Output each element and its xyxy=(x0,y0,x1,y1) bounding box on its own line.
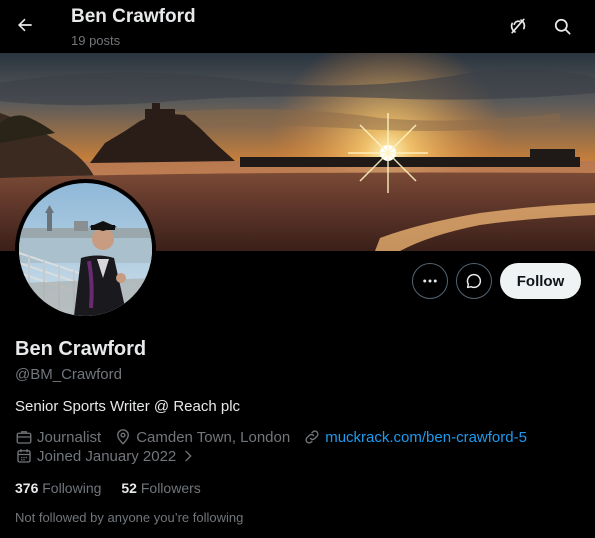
followers-label: Followers xyxy=(140,480,201,496)
search-button[interactable] xyxy=(545,9,579,43)
link-icon xyxy=(305,430,319,444)
profession: Journalist xyxy=(15,428,101,446)
grok-button[interactable] xyxy=(501,9,535,43)
mutuals-note: Not followed by anyone you’re following xyxy=(15,510,244,525)
location: Camden Town, London xyxy=(114,428,290,446)
top-bar: Ben Crawford 19 posts xyxy=(0,0,595,53)
chevron-right-icon xyxy=(185,450,192,462)
profile-meta-row: Journalist Camden Town, London muckrack.… xyxy=(15,427,540,447)
followers-link[interactable]: 52 Followers xyxy=(121,480,200,496)
joined-date[interactable]: Joined January 2022 xyxy=(15,447,200,465)
follow-button[interactable]: Follow xyxy=(500,263,581,299)
back-arrow-icon xyxy=(17,18,32,32)
location-label: Camden Town, London xyxy=(136,428,291,446)
bio: Senior Sports Writer @ Reach plc xyxy=(15,398,241,415)
location-pin-icon xyxy=(117,429,130,445)
followers-count: 52 xyxy=(121,480,141,496)
profile-page: Ben Crawford 19 posts Follow Ben Crawfor… xyxy=(0,0,595,538)
user-handle: @BM_Crawford xyxy=(15,366,122,383)
following-label: Following xyxy=(42,480,102,496)
joined-label: Joined January 2022 xyxy=(37,447,177,465)
search-icon xyxy=(554,18,570,34)
header-title-block: Ben Crawford 19 posts xyxy=(71,6,196,49)
profession-label: Journalist xyxy=(37,428,102,446)
message-button[interactable] xyxy=(456,263,492,299)
briefcase-icon xyxy=(16,431,32,444)
header-title: Ben Crawford xyxy=(71,6,196,27)
grok-icon xyxy=(510,18,526,34)
more-button[interactable] xyxy=(412,263,448,299)
joined-row[interactable]: Joined January 2022 xyxy=(15,446,213,466)
back-button[interactable] xyxy=(8,8,42,42)
website-link[interactable]: muckrack.com/ben-crawford-5 xyxy=(325,429,527,446)
message-icon xyxy=(466,273,482,289)
more-icon xyxy=(423,279,437,283)
following-link[interactable]: 376 Following xyxy=(15,480,101,496)
post-count: 19 posts xyxy=(71,33,121,48)
website: muckrack.com/ben-crawford-5 xyxy=(303,428,527,446)
display-name: Ben Crawford xyxy=(15,338,147,360)
following-count: 376 xyxy=(15,480,43,496)
follow-counts: 376 Following 52 Followers xyxy=(15,480,221,496)
calendar-icon xyxy=(17,449,31,463)
avatar[interactable] xyxy=(15,179,156,320)
